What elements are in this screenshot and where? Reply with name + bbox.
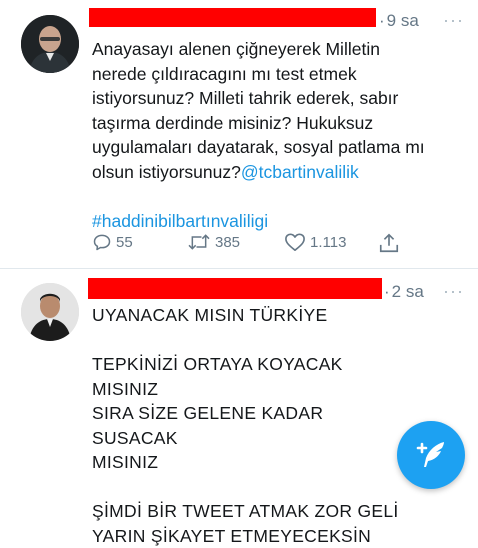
tweet-line-text: olsun istiyorsunuz? xyxy=(92,161,241,182)
tweet-paragraph: ŞİMDİ BİR TWEET ATMAK ZOR GELİ YARIN ŞİK… xyxy=(92,501,399,546)
tweet-text: UYANACAK MISIN TÜRKİYE TEPKİNİZİ ORTAYA … xyxy=(92,303,412,548)
compose-tweet-button[interactable] xyxy=(397,421,465,489)
tweet-timestamp[interactable]: · 9 sa xyxy=(379,11,419,31)
more-dots-icon[interactable]: ··· xyxy=(443,281,464,302)
like-button[interactable]: 1.113 xyxy=(284,232,346,252)
tweet-line: uygulamaları dayatarak, sosyal patlama m… xyxy=(92,137,425,157)
hashtag-line: #haddinibilbartınvaliligi xyxy=(92,209,462,234)
tweet-1[interactable]: · 9 sa ··· Anayasayı alenen çiğneyerek Mi… xyxy=(0,0,478,268)
retweet-icon xyxy=(188,234,210,250)
share-icon xyxy=(379,233,399,253)
tweet-paragraph: TEPKİNİZİ ORTAYA KOYACAK MISINIZ SIRA Sİ… xyxy=(92,354,343,472)
compose-feather-icon xyxy=(416,442,444,467)
redacted-username xyxy=(88,278,382,299)
avatar-photo xyxy=(21,15,79,73)
avatar-photo xyxy=(21,283,79,341)
reply-icon xyxy=(93,234,111,251)
tweet-line-last: olsun istiyorsunuz?@tcbartinvalilik xyxy=(92,160,462,185)
reply-count: 55 xyxy=(116,233,133,251)
hashtag-link[interactable]: #haddinibilbartınvaliligi xyxy=(92,211,268,231)
like-count: 1.113 xyxy=(310,233,347,251)
heart-icon xyxy=(285,233,305,251)
reply-button[interactable]: 55 xyxy=(92,232,133,252)
share-button[interactable] xyxy=(378,232,400,254)
mention-link[interactable]: @tcbartinvalilik xyxy=(241,162,359,182)
retweet-count: 385 xyxy=(215,233,241,251)
more-dots-icon[interactable]: ··· xyxy=(443,10,464,31)
retweet-button[interactable]: 385 xyxy=(187,232,240,252)
timestamp-text: 9 sa xyxy=(386,11,419,30)
avatar[interactable] xyxy=(21,15,79,73)
redacted-username xyxy=(89,8,376,27)
timestamp-text: 2 sa xyxy=(391,282,424,301)
tweet-line: nerede çıldıracagını mı test etmek xyxy=(92,63,357,84)
tweet-line: istiyorsunuz? Milleti tahrik ederek, sab… xyxy=(92,88,399,108)
tweet-line: taşırma derdinde misiniz? Hukuksuz xyxy=(92,112,374,133)
tweet-timestamp[interactable]: · 2 sa xyxy=(384,282,424,302)
avatar[interactable] xyxy=(21,283,79,341)
tweet-paragraph: UYANACAK MISIN TÜRKİYE xyxy=(92,305,328,325)
tweet-text: Anayasayı alenen çiğneyerek Milletin ner… xyxy=(92,37,462,233)
tweet-line: Anayasayı alenen çiğneyerek Milletin xyxy=(92,39,380,59)
tweet-actions: 55 385 1.113 xyxy=(92,232,412,256)
